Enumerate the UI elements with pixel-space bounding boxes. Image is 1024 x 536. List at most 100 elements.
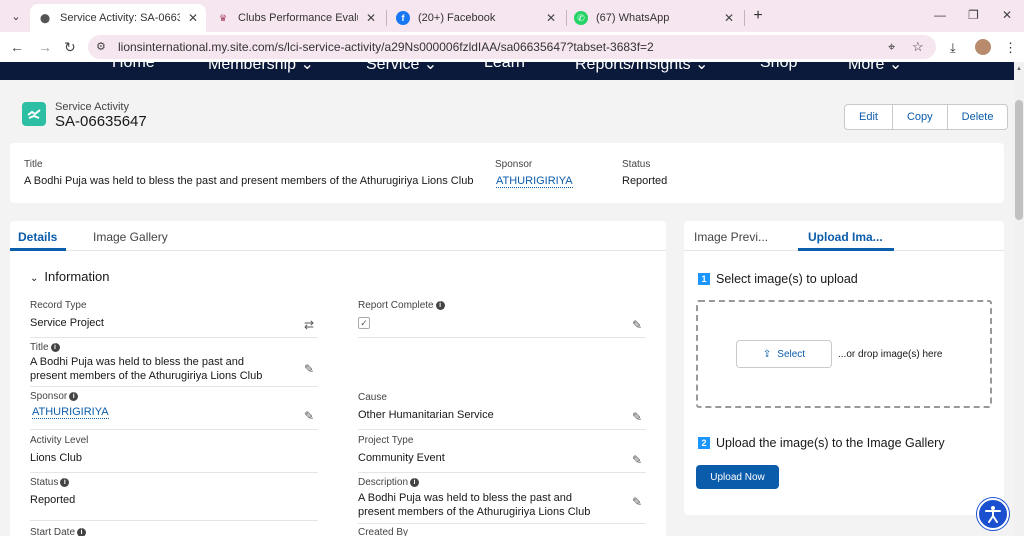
accessibility-icon [985, 506, 1001, 523]
whatsapp-icon: ✆ [574, 11, 588, 25]
scroll-up-icon[interactable]: ▲ [1016, 66, 1022, 72]
field-report-complete: Report Complete i ✓ ✎ [358, 300, 646, 338]
back-arrow-icon[interactable]: ← [10, 39, 24, 55]
sponsor-link[interactable]: ATHURIGIRIYA [32, 406, 109, 419]
details-card: Details Image Gallery ⌄ Information Recor… [10, 221, 666, 536]
service-activity-icon [22, 102, 46, 126]
close-tab-icon[interactable]: ✕ [546, 11, 556, 25]
change-record-type-icon[interactable]: ⇄ [304, 318, 314, 332]
edit-pencil-icon[interactable]: ✎ [632, 453, 642, 467]
highlight-title-label: Title [24, 159, 43, 170]
close-tab-icon[interactable]: ✕ [366, 11, 376, 25]
restore-button[interactable]: ❐ [968, 8, 979, 22]
close-tab-icon[interactable]: ✕ [188, 11, 198, 25]
tab-details[interactable]: Details [18, 230, 57, 244]
close-tab-icon[interactable]: ✕ [724, 11, 734, 25]
step-2-heading: 2 Upload the image(s) to the Image Galler… [698, 436, 945, 450]
reload-icon[interactable]: ↻ [64, 39, 76, 56]
edit-pencil-icon[interactable]: ✎ [304, 362, 314, 376]
info-icon[interactable]: i [69, 392, 79, 401]
tab-image-preview[interactable]: Image Previ... [694, 230, 768, 244]
highlight-status-label: Status [622, 159, 651, 170]
upload-icon: ⇪ [762, 348, 772, 360]
record-type-value: Service Project [30, 317, 104, 329]
record-actions: Edit Copy Delete [844, 104, 1009, 130]
page-scrollbar[interactable]: ▲ [1014, 62, 1024, 536]
browser-toolbar: ← → ↻ ⚙ lionsinternational.my.site.com/s… [0, 32, 1024, 62]
edit-pencil-icon[interactable]: ✎ [632, 410, 642, 424]
browser-tab-whatsapp[interactable]: ✆ (67) WhatsApp ✕ [566, 4, 742, 32]
scrollbar-thumb[interactable] [1015, 100, 1023, 220]
record-header: Service Activity SA-06635647 Edit Copy D… [10, 94, 1009, 140]
edit-pencil-icon[interactable]: ✎ [632, 495, 642, 509]
field-start-date: Start Date i [30, 527, 318, 536]
select-images-button[interactable]: ⇪ Select [736, 340, 832, 368]
tab-separator [386, 10, 387, 26]
field-cause: Cause Other Humanitarian Service ✎ [358, 392, 646, 430]
info-icon[interactable]: i [50, 343, 60, 352]
info-icon[interactable]: i [77, 528, 87, 536]
step-1-heading: 1 Select image(s) to upload [698, 272, 858, 286]
delete-button[interactable]: Delete [948, 105, 1008, 129]
drop-hint: ...or drop image(s) here [838, 349, 943, 360]
forward-arrow-icon[interactable]: → [38, 39, 52, 55]
browser-tab-facebook[interactable]: f (20+) Facebook ✕ [388, 4, 564, 32]
step-2-number: 2 [698, 437, 710, 449]
activity-level-value: Lions Club [30, 452, 82, 464]
new-tab-button[interactable]: + [748, 6, 768, 26]
project-type-value: Community Event [358, 452, 445, 464]
copy-button[interactable]: Copy [893, 105, 948, 129]
tab-image-gallery[interactable]: Image Gallery [93, 230, 168, 244]
nav-home[interactable]: Home [112, 62, 155, 72]
bookmark-star-icon[interactable]: ☆ [912, 39, 924, 55]
tab-search-chevron-icon[interactable]: ⌄ [6, 6, 26, 26]
accessibility-button[interactable] [977, 498, 1009, 530]
minimize-button[interactable]: — [934, 8, 946, 22]
status-value: Reported [30, 494, 76, 506]
info-icon[interactable]: i [435, 301, 445, 310]
upload-now-button[interactable]: Upload Now [696, 465, 779, 489]
location-icon[interactable]: ⌖ [888, 39, 895, 55]
highlights-panel: Title A Bodhi Puja was held to bless the… [10, 143, 1004, 203]
address-bar[interactable]: ⚙ lionsinternational.my.site.com/s/lci-s… [88, 35, 936, 59]
nav-more[interactable]: More ⌄ [848, 62, 902, 74]
tab-separator [744, 10, 745, 26]
cause-value: Other Humanitarian Service [358, 409, 494, 421]
active-tab-indicator [798, 248, 894, 251]
browser-tab-service-activity[interactable]: ⬤ Service Activity: SA-06635647 ✕ [30, 4, 206, 32]
close-window-button[interactable]: ✕ [1002, 8, 1012, 22]
url-text[interactable]: lionsinternational.my.site.com/s/lci-ser… [118, 40, 654, 54]
download-icon[interactable]: ⤓ [950, 40, 956, 56]
edit-button[interactable]: Edit [845, 105, 893, 129]
information-section-header[interactable]: ⌄ Information [30, 269, 109, 284]
highlight-status-value: Reported [622, 175, 668, 187]
edit-pencil-icon[interactable]: ✎ [304, 409, 314, 423]
chevron-down-icon: ⌄ [30, 273, 39, 284]
nav-shop[interactable]: Shop [760, 62, 797, 72]
facebook-icon: f [396, 11, 410, 25]
lions-icon: ♛ [218, 12, 228, 23]
edit-pencil-icon[interactable]: ✎ [632, 318, 642, 332]
image-dropzone[interactable]: ⇪ Select ...or drop image(s) here [696, 300, 992, 408]
nav-reports-insights[interactable]: Reports/Insights ⌄ [575, 62, 708, 74]
nav-learn[interactable]: Learn [484, 62, 525, 72]
field-activity-level: Activity Level Lions Club [30, 435, 318, 473]
highlight-sponsor-label: Sponsor [495, 159, 533, 170]
active-tab-indicator [10, 248, 66, 251]
browser-menu-icon[interactable]: ⋮ [1004, 40, 1017, 56]
info-icon[interactable]: i [410, 478, 420, 487]
object-label: Service Activity [55, 101, 129, 113]
report-complete-checkbox[interactable]: ✓ [358, 317, 370, 329]
field-description: Description i A Bodhi Puja was held to bl… [358, 477, 646, 524]
site-settings-icon[interactable]: ⚙ [96, 40, 110, 54]
field-status: Status i Reported [30, 477, 318, 521]
tab-upload-images[interactable]: Upload Ima... [808, 230, 883, 244]
highlight-sponsor-link[interactable]: ATHURIGIRIYA [496, 175, 573, 188]
info-icon[interactable]: i [60, 478, 70, 487]
profile-avatar[interactable] [975, 39, 991, 55]
field-project-type: Project Type Community Event ✎ [358, 435, 646, 473]
nav-membership[interactable]: Membership ⌄ [208, 62, 314, 74]
browser-tab-clubs-performance[interactable]: ♛ Clubs Performance Evaluation S ✕ [208, 4, 384, 32]
browser-tab-strip: ⌄ ⬤ Service Activity: SA-06635647 ✕ ♛ Cl… [0, 0, 1024, 32]
nav-service[interactable]: Service ⌄ [366, 62, 437, 74]
